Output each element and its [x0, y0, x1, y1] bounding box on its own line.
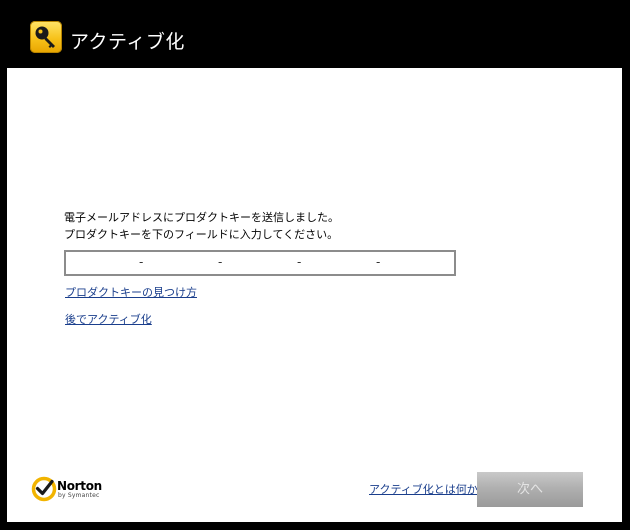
norton-brand-sub: by Symantec	[58, 492, 100, 499]
window-title: アクティブ化	[70, 31, 185, 53]
norton-logo: Norton by Symantec	[31, 476, 121, 510]
activation-window: アクティブ化 電子メールアドレスにプロダクトキーを送信しました。 プロダクトキー…	[0, 0, 630, 530]
key-separator-4: -	[376, 255, 381, 269]
activate-later-link[interactable]: 後でアクティブ化	[65, 313, 152, 327]
key-separator-1: -	[139, 255, 144, 269]
key-icon	[30, 21, 62, 53]
next-button[interactable]: 次へ	[477, 472, 583, 507]
key-separator-3: -	[297, 255, 302, 269]
content-panel: 電子メールアドレスにプロダクトキーを送信しました。 プロダクトキーを下のフィール…	[7, 68, 622, 522]
norton-check-icon	[31, 476, 57, 502]
title-bar: アクティブ化	[0, 0, 630, 68]
instruction-line-2: プロダクトキーを下のフィールドに入力してください。	[64, 228, 339, 241]
key-separator-2: -	[218, 255, 223, 269]
norton-brand-name: Norton	[57, 479, 102, 493]
instructions: 電子メールアドレスにプロダクトキーを送信しました。 プロダクトキーを下のフィール…	[64, 209, 339, 243]
find-product-key-link[interactable]: プロダクトキーの見つけ方	[65, 286, 197, 300]
product-key-field[interactable]: - - - -	[64, 250, 456, 276]
instruction-line-1: 電子メールアドレスにプロダクトキーを送信しました。	[64, 211, 339, 224]
what-is-activation-link[interactable]: アクティブ化とは何か	[369, 483, 478, 497]
